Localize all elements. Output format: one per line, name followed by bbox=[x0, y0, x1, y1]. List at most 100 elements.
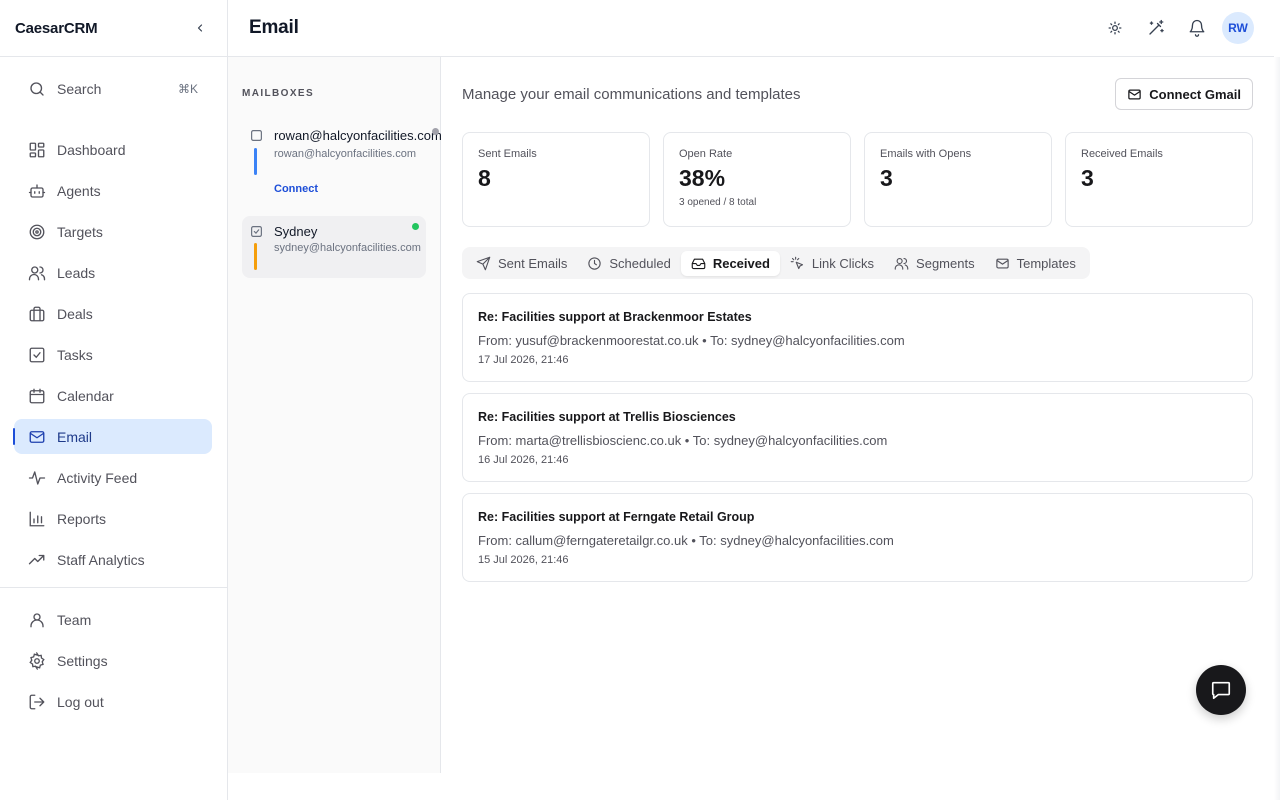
sidebar-item-tasks[interactable]: Tasks bbox=[14, 337, 212, 372]
sidebar-item-label: Deals bbox=[57, 305, 93, 322]
chat-icon bbox=[1211, 681, 1231, 700]
sidebar-item-deals[interactable]: Deals bbox=[14, 296, 212, 331]
connect-gmail-button[interactable]: Connect Gmail bbox=[1115, 78, 1253, 110]
checked-box-icon[interactable] bbox=[250, 225, 263, 238]
target-icon bbox=[29, 224, 45, 239]
stat-label: Emails with Opens bbox=[880, 148, 972, 160]
activity-icon bbox=[28, 470, 46, 485]
tab-label: Link Clicks bbox=[811, 255, 875, 271]
trending-up-icon bbox=[28, 554, 45, 564]
stat-subtext: 3 opened / 8 total bbox=[679, 197, 757, 208]
tab-link-clicks[interactable]: Link Clicks bbox=[780, 251, 884, 276]
email-timestamp: 17 Jul 2026, 21:46 bbox=[478, 354, 569, 366]
search-shortcut: ⌘K bbox=[177, 81, 198, 96]
tab-templates[interactable]: Templates bbox=[985, 251, 1086, 276]
collapse-sidebar-button[interactable] bbox=[188, 16, 212, 40]
brand-row: CaesarCRM bbox=[0, 0, 227, 57]
tab-scheduled[interactable]: Scheduled bbox=[577, 251, 680, 276]
mailbox-name: rowan@halcyonfacilities.com bbox=[274, 128, 442, 143]
users-icon bbox=[894, 257, 909, 270]
dashboard-icon bbox=[29, 142, 45, 157]
tab-label: Sent Emails bbox=[498, 255, 568, 271]
tab-sent-emails[interactable]: Sent Emails bbox=[466, 251, 577, 276]
mailbox-connect-link[interactable]: Connect bbox=[274, 183, 318, 195]
briefcase-icon bbox=[29, 306, 45, 321]
search-label: Search bbox=[57, 80, 102, 97]
sidebar-item-label: Calendar bbox=[57, 387, 114, 404]
mailboxes-heading: MAILBOXES bbox=[242, 88, 315, 99]
sidebar-item-leads[interactable]: Leads bbox=[14, 255, 212, 290]
mailbox-panel: MAILBOXES rowan@halcyonfacilities.com ro… bbox=[228, 57, 442, 773]
sidebar-item-label: Leads bbox=[57, 264, 96, 281]
main-content: Manage your email communications and tem… bbox=[441, 57, 1274, 800]
sidebar: CaesarCRM Search ⌘K Dashboard Agents Tar… bbox=[0, 0, 228, 800]
email-list-item[interactable]: Re: Facilities support at Ferngate Retai… bbox=[462, 493, 1253, 582]
tab-label: Templates bbox=[1016, 255, 1076, 271]
sidebar-item-agents[interactable]: Agents bbox=[14, 173, 212, 208]
mailbox-address: rowan@halcyonfacilities.com bbox=[274, 148, 417, 160]
theme-toggle-button[interactable] bbox=[1099, 12, 1131, 44]
stat-card-sent-emails: Sent Emails 8 bbox=[462, 132, 650, 227]
calendar-icon bbox=[29, 388, 45, 403]
mailbox-color-bar bbox=[254, 148, 257, 175]
email-from-to: From: marta@trellisbioscienc.co.uk • To:… bbox=[478, 433, 888, 448]
top-bar: Email RW bbox=[228, 0, 1274, 57]
checkbox-icon bbox=[29, 347, 45, 362]
sidebar-item-email[interactable]: Email bbox=[13, 419, 212, 454]
gear-icon bbox=[29, 651, 45, 670]
sidebar-item-label: Log out bbox=[57, 693, 104, 710]
sidebar-search[interactable]: Search ⌘K bbox=[14, 71, 212, 106]
sidebar-item-activity-feed[interactable]: Activity Feed bbox=[14, 460, 212, 495]
email-list-item[interactable]: Re: Facilities support at Trellis Biosci… bbox=[462, 393, 1253, 482]
chat-button[interactable] bbox=[1196, 665, 1246, 715]
mail-icon bbox=[29, 430, 45, 443]
sidebar-item-reports[interactable]: Reports bbox=[14, 501, 212, 536]
email-from-to: From: callum@ferngateretailgr.co.uk • To… bbox=[478, 533, 894, 548]
stat-label: Received Emails bbox=[1081, 148, 1163, 160]
email-timestamp: 15 Jul 2026, 21:46 bbox=[478, 554, 569, 566]
tab-label: Received bbox=[712, 255, 770, 271]
stat-card-received-emails: Received Emails 3 bbox=[1065, 132, 1253, 227]
magic-wand-icon bbox=[1149, 19, 1164, 35]
unchecked-box-icon[interactable] bbox=[250, 129, 263, 142]
sidebar-item-label: Activity Feed bbox=[57, 469, 138, 486]
email-list-item[interactable]: Re: Facilities support at Brackenmoor Es… bbox=[462, 293, 1253, 382]
notifications-button[interactable] bbox=[1181, 12, 1213, 44]
sidebar-divider bbox=[0, 587, 227, 588]
stat-value: 8 bbox=[478, 165, 491, 191]
mailbox-item-rowan[interactable]: rowan@halcyonfacilities.com rowan@halcyo… bbox=[242, 125, 442, 201]
email-subject: Re: Facilities support at Trellis Biosci… bbox=[478, 410, 736, 424]
sidebar-item-staff-analytics[interactable]: Staff Analytics bbox=[14, 542, 212, 577]
email-from-to: From: yusuf@brackenmoorestat.co.uk • To:… bbox=[478, 333, 905, 348]
tab-segments[interactable]: Segments bbox=[884, 251, 985, 276]
stat-card-emails-with-opens: Emails with Opens 3 bbox=[864, 132, 1052, 227]
mailbox-status-dot bbox=[412, 223, 419, 230]
sidebar-item-label: Tasks bbox=[57, 346, 93, 363]
chevron-left-icon bbox=[197, 24, 203, 32]
mailbox-item-sydney[interactable]: Sydney sydney@halcyonfacilities.com bbox=[242, 216, 426, 278]
magic-wand-button[interactable] bbox=[1140, 12, 1172, 44]
stat-card-open-rate: Open Rate 38% 3 opened / 8 total bbox=[663, 132, 851, 227]
mail-icon bbox=[1128, 89, 1141, 99]
users-icon bbox=[28, 265, 46, 280]
bar-chart-icon bbox=[29, 511, 45, 526]
sidebar-item-team[interactable]: Team bbox=[14, 602, 212, 637]
mailbox-status-dot bbox=[432, 128, 439, 135]
tab-received[interactable]: Received bbox=[680, 250, 780, 276]
sidebar-item-label: Settings bbox=[57, 652, 108, 669]
scrollbar-track[interactable] bbox=[1274, 57, 1280, 800]
sidebar-item-settings[interactable]: Settings bbox=[14, 643, 212, 678]
sidebar-item-targets[interactable]: Targets bbox=[14, 214, 212, 249]
sidebar-item-logout[interactable]: Log out bbox=[14, 684, 212, 719]
connect-gmail-label: Connect Gmail bbox=[1149, 86, 1241, 102]
email-subject: Re: Facilities support at Brackenmoor Es… bbox=[478, 310, 752, 324]
stats-row: Sent Emails 8 Open Rate 38% 3 opened / 8… bbox=[462, 132, 1253, 227]
sidebar-nav: Search ⌘K Dashboard Agents Targets Leads… bbox=[0, 57, 227, 719]
page-subtitle: Manage your email communications and tem… bbox=[462, 86, 801, 103]
bell-icon bbox=[1189, 19, 1205, 37]
page-title: Email bbox=[249, 17, 299, 38]
avatar[interactable]: RW bbox=[1222, 12, 1254, 44]
stat-value: 3 bbox=[1081, 165, 1094, 191]
sidebar-item-dashboard[interactable]: Dashboard bbox=[14, 132, 212, 167]
sidebar-item-calendar[interactable]: Calendar bbox=[14, 378, 212, 413]
